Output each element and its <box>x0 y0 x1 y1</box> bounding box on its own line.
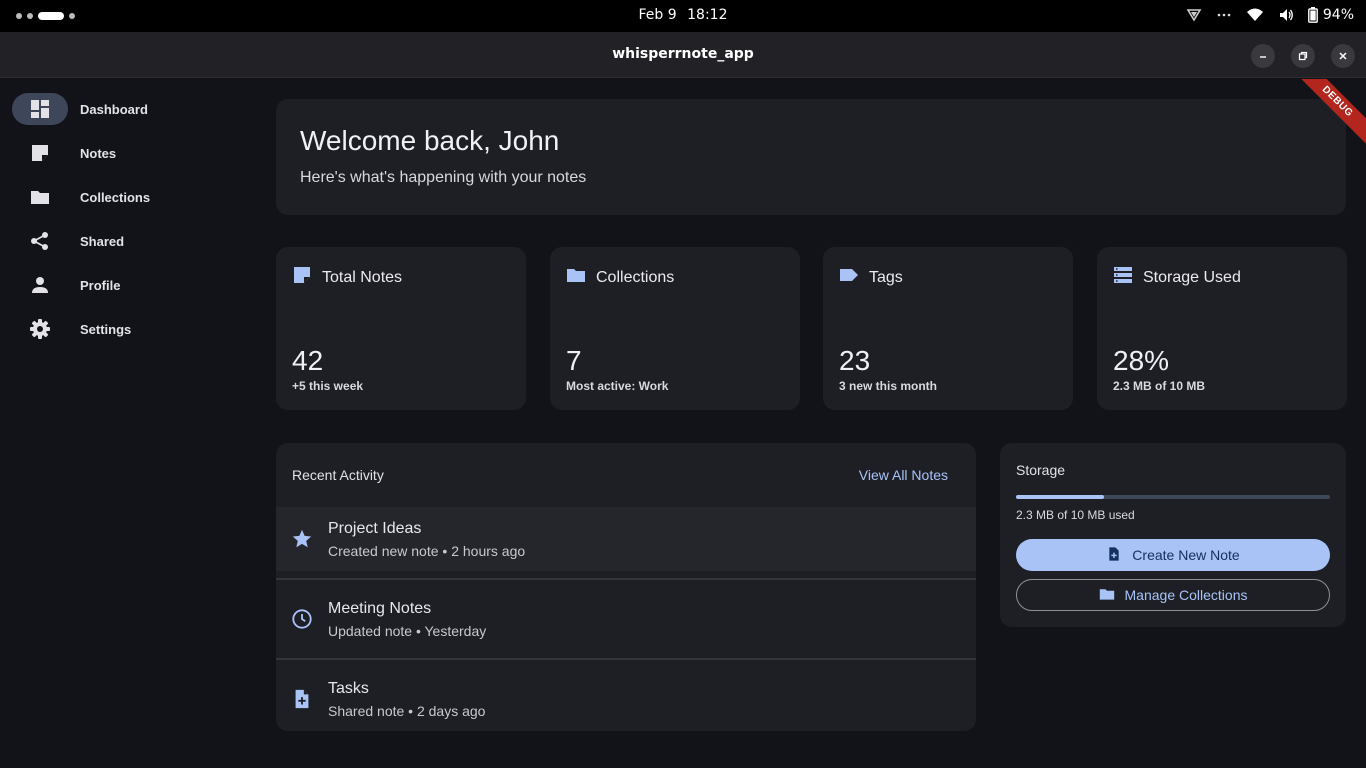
sidebar-item-label: Settings <box>80 321 132 337</box>
manage-collections-button[interactable]: Manage Collections <box>1016 579 1330 611</box>
close-icon <box>1339 52 1347 60</box>
sidebar-item-label: Notes <box>80 145 117 161</box>
clock-date: Feb 9 <box>638 7 677 23</box>
sidebar-item-label: Collections <box>80 189 151 205</box>
activity-title: Project Ideas <box>328 519 422 537</box>
activity-detail: Created new note • 2 hours ago <box>328 542 526 559</box>
stat-subtext: 2.3 MB of 10 MB <box>1113 379 1206 393</box>
folder-icon <box>566 265 586 290</box>
storage-icon <box>1113 265 1133 290</box>
activity-item-meeting-notes[interactable]: Meeting Notes Updated note • Yesterday <box>276 587 976 651</box>
stat-value: 23 <box>839 345 871 376</box>
stat-value: 42 <box>292 345 324 376</box>
sidebar-nav: Dashboard Notes Collections Shared Profi… <box>0 79 256 768</box>
stat-subtext: 3 new this month <box>839 379 938 393</box>
activity-item-tasks[interactable]: Tasks Shared note • 2 days ago <box>276 667 976 731</box>
tag-icon <box>839 265 859 290</box>
button-label: Create New Note <box>1132 547 1240 563</box>
sidebar-item-notes[interactable]: Notes <box>12 137 244 169</box>
storage-progress-bar <box>1016 495 1330 499</box>
clock[interactable]: Feb 9 18:12 <box>0 7 1366 23</box>
note-add-icon <box>1106 546 1122 565</box>
view-all-notes-link[interactable]: View All Notes <box>859 467 948 483</box>
sidebar-item-dashboard[interactable]: Dashboard <box>12 93 244 125</box>
sidebar-item-label: Shared <box>80 233 125 249</box>
activity-header: Recent Activity <box>292 467 384 483</box>
wifi-icon[interactable] <box>1246 7 1264 23</box>
activity-detail: Updated note • Yesterday <box>328 622 487 639</box>
note-icon <box>12 137 68 169</box>
share-icon <box>12 225 68 257</box>
stat-label: Total Notes <box>322 268 403 286</box>
system-top-bar: Feb 9 18:12 94% <box>0 0 1366 32</box>
welcome-subtitle: Here's what's happening with your notes <box>300 169 587 186</box>
stat-value: 28% <box>1113 345 1170 376</box>
star-icon <box>276 528 328 550</box>
recent-activity-card: Recent Activity View All Notes Project I… <box>276 443 976 731</box>
more-icon[interactable] <box>1216 7 1232 23</box>
dashboard-icon <box>12 93 68 125</box>
restore-icon <box>1298 51 1308 61</box>
system-tray[interactable]: 94% <box>1186 7 1354 23</box>
activity-detail: Shared note • 2 days ago <box>328 702 486 719</box>
battery-indicator[interactable]: 94% <box>1307 7 1354 23</box>
divider <box>276 578 976 580</box>
stat-label: Storage Used <box>1143 268 1241 286</box>
button-label: Manage Collections <box>1124 587 1248 603</box>
welcome-title: Welcome back, John <box>300 125 560 156</box>
volume-icon[interactable] <box>1278 7 1294 23</box>
close-button[interactable] <box>1331 44 1355 68</box>
note-icon <box>292 265 312 290</box>
window-title: whisperrnote_app <box>612 46 754 62</box>
stat-card-collections[interactable]: Collections 7 Most active: Work <box>550 247 800 410</box>
stat-subtext: Most active: Work <box>566 379 669 393</box>
activity-item-project-ideas[interactable]: Project Ideas Created new note • 2 hours… <box>276 507 976 571</box>
stat-card-tags[interactable]: Tags 23 3 new this month <box>823 247 1073 410</box>
maximize-button[interactable] <box>1291 44 1315 68</box>
sidebar-item-shared[interactable]: Shared <box>12 225 244 257</box>
stat-card-storage[interactable]: Storage Used 28% 2.3 MB of 10 MB <box>1097 247 1347 410</box>
battery-percent: 94% <box>1322 7 1354 23</box>
minimize-button[interactable] <box>1251 44 1275 68</box>
folder-icon <box>12 181 68 213</box>
divider <box>276 658 976 660</box>
vpn-icon[interactable] <box>1186 7 1202 23</box>
sidebar-item-collections[interactable]: Collections <box>12 181 244 213</box>
welcome-card: Welcome back, John Here's what's happeni… <box>276 99 1346 215</box>
storage-used-text: 2.3 MB of 10 MB used <box>1016 508 1135 522</box>
sidebar-item-label: Dashboard <box>80 101 148 117</box>
window-titlebar[interactable]: whisperrnote_app <box>0 32 1366 78</box>
clock-time: 18:12 <box>687 7 728 23</box>
create-new-note-button[interactable]: Create New Note <box>1016 539 1330 571</box>
stat-label: Collections <box>596 268 675 286</box>
sidebar-item-settings[interactable]: Settings <box>12 313 244 345</box>
storage-progress-fill <box>1016 495 1104 499</box>
clock-icon <box>276 608 328 630</box>
battery-icon <box>1307 7 1318 23</box>
sidebar-item-label: Profile <box>80 277 121 293</box>
stat-subtext: +5 this week <box>292 379 364 393</box>
storage-header: Storage <box>1016 462 1066 478</box>
activity-title: Tasks <box>328 679 369 697</box>
stat-label: Tags <box>869 268 903 286</box>
stat-value: 7 <box>566 345 582 376</box>
gear-icon <box>12 313 68 345</box>
storage-card: Storage 2.3 MB of 10 MB used Create New … <box>1000 443 1346 627</box>
note-add-icon <box>276 688 328 710</box>
activity-title: Meeting Notes <box>328 599 432 617</box>
sidebar-item-profile[interactable]: Profile <box>12 269 244 301</box>
minimize-icon <box>1260 56 1266 58</box>
person-icon <box>12 269 68 301</box>
stat-card-total-notes[interactable]: Total Notes 42 +5 this week <box>276 247 526 410</box>
folder-icon <box>1099 586 1115 605</box>
